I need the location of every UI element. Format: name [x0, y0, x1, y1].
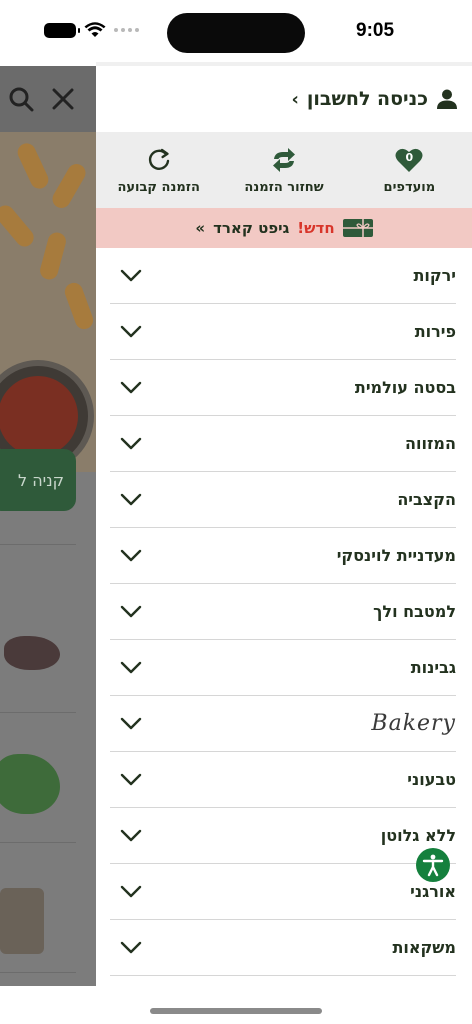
category-label: ללא גלוטן — [380, 826, 456, 845]
status-bar: 9:05 — [0, 0, 472, 62]
promo-new-label: חדש! — [297, 219, 335, 237]
category-item-organic[interactable]: אורגני — [110, 864, 456, 920]
chevron-down-icon — [120, 325, 142, 337]
category-item-world-market[interactable]: בסטה עולמית — [110, 360, 456, 416]
refresh-icon — [148, 148, 169, 170]
login-label: כניסה לחשבון — [306, 88, 428, 110]
category-item-vegetables[interactable]: ירקות — [110, 248, 456, 304]
accessibility-button[interactable] — [416, 848, 450, 882]
quick-actions: הזמנה קבועה שחזור הזמנה 0 מועדפים — [96, 132, 472, 208]
background-cta-button[interactable]: קניה ל — [0, 449, 76, 511]
category-label: אורגני — [410, 882, 456, 901]
background-hero-image — [0, 132, 96, 472]
status-time: 9:05 — [356, 20, 395, 41]
chevron-down-icon — [120, 773, 142, 785]
close-icon[interactable] — [52, 88, 74, 110]
promo-text: גיפט קארד — [213, 219, 290, 237]
login-button[interactable]: ‹ כניסה לחשבון — [96, 66, 472, 132]
gift-card-icon — [342, 219, 373, 237]
heart-icon: 0 — [395, 146, 423, 174]
favorites-count-badge: 0 — [405, 150, 414, 164]
chevron-down-icon — [120, 381, 142, 393]
chevron-down-icon — [120, 269, 142, 281]
chevron-down-icon — [120, 941, 142, 953]
category-label: פירות — [414, 322, 456, 341]
favorites-label: מועדפים — [383, 179, 436, 195]
standing-order-button[interactable]: הזמנה קבועה — [96, 132, 221, 208]
category-label: מעדניית לוינסקי — [336, 546, 456, 565]
category-label: המזווה — [405, 434, 456, 453]
signal-icon — [114, 28, 139, 32]
category-item-bakery[interactable]: Bakery — [110, 696, 456, 752]
user-icon — [437, 89, 457, 109]
chevron-down-icon — [120, 829, 142, 841]
category-label: גבינות — [410, 658, 456, 677]
chevron-down-icon — [120, 605, 142, 617]
reorder-button[interactable]: שחזור הזמנה — [221, 132, 346, 208]
category-label: למטבח ולך — [373, 602, 456, 621]
promo-arrow: » — [195, 219, 206, 237]
chevron-down-icon — [120, 437, 142, 449]
background-page-overlay[interactable]: קניה ל — [0, 66, 96, 986]
favorites-button[interactable]: 0 מועדפים — [347, 132, 472, 208]
category-label: ירקות — [413, 266, 456, 285]
category-item-drinks[interactable]: משקאות — [110, 920, 456, 976]
category-item-cheeses[interactable]: גבינות — [110, 640, 456, 696]
standing-order-label: הזמנה קבועה — [117, 179, 200, 195]
background-header — [0, 66, 96, 132]
category-item-vegan[interactable]: טבעוני — [110, 752, 456, 808]
side-menu-drawer: ‹ כניסה לחשבון הזמנה קבועה שחזור הזמנה 0… — [96, 62, 472, 986]
chevron-down-icon — [120, 661, 142, 673]
category-item-butcher[interactable]: הקצביה — [110, 472, 456, 528]
category-item-kitchen[interactable]: למטבח ולך — [110, 584, 456, 640]
accessibility-icon — [422, 854, 444, 877]
category-label: טבעוני — [407, 770, 456, 789]
category-item-fruits[interactable]: פירות — [110, 304, 456, 360]
repeat-icon — [272, 147, 295, 172]
category-label: הקצביה — [397, 490, 456, 509]
search-icon[interactable] — [8, 86, 34, 112]
gift-card-promo-banner[interactable]: חדש! גיפט קארד » — [96, 208, 472, 248]
category-item-pantry[interactable]: המזווה — [110, 416, 456, 472]
chevron-down-icon — [120, 549, 142, 561]
status-icons — [44, 22, 139, 38]
bakery-logo: Bakery — [371, 711, 456, 736]
chevron-down-icon — [120, 885, 142, 897]
category-label: משקאות — [392, 938, 456, 957]
chevron-down-icon — [120, 717, 142, 729]
battery-icon — [44, 22, 80, 38]
category-list: ירקות פירות בסטה עולמית המזווה הקצביה מע… — [110, 248, 456, 976]
category-item-gluten-free[interactable]: ללא גלוטן — [110, 808, 456, 864]
category-item-deli[interactable]: מעדניית לוינסקי — [110, 528, 456, 584]
category-label: בסטה עולמית — [354, 378, 456, 397]
chevron-down-icon — [120, 493, 142, 505]
chevron-left-icon: ‹ — [291, 88, 299, 110]
home-indicator[interactable] — [150, 1008, 322, 1014]
dynamic-island — [167, 13, 305, 53]
wifi-icon — [84, 22, 106, 37]
reorder-label: שחזור הזמנה — [244, 179, 324, 195]
